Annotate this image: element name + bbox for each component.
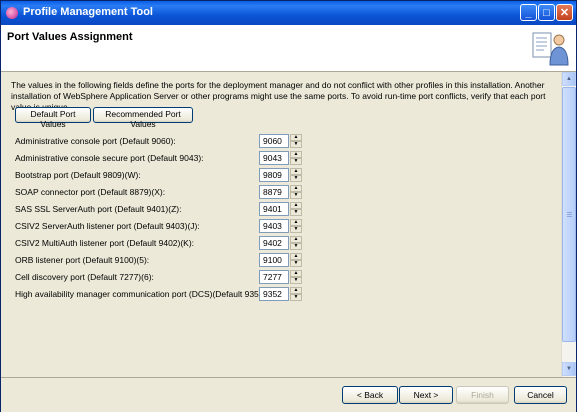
port-label: SOAP connector port (Default 8879)(X): bbox=[15, 187, 166, 197]
increment-icon[interactable]: ▲ bbox=[290, 287, 302, 294]
port-label: Cell discovery port (Default 7277)(6): bbox=[15, 272, 154, 282]
port-label: Bootstrap port (Default 9809)(W): bbox=[15, 170, 141, 180]
increment-icon[interactable]: ▲ bbox=[290, 270, 302, 277]
spinner-buttons: ▲ ▼ bbox=[290, 185, 302, 199]
port-spinner[interactable]: 9100 ▲ ▼ bbox=[259, 253, 303, 267]
grip-line bbox=[567, 214, 572, 215]
grip-line bbox=[567, 212, 572, 213]
port-spinner[interactable]: 9401 ▲ ▼ bbox=[259, 202, 303, 216]
close-icon: ✕ bbox=[559, 7, 570, 19]
decrement-icon[interactable]: ▼ bbox=[290, 209, 302, 216]
minimize-button[interactable]: _ bbox=[520, 4, 537, 21]
scrollbar-thumb[interactable] bbox=[562, 87, 576, 342]
spinner-buttons: ▲ ▼ bbox=[290, 270, 302, 284]
port-label: SAS SSL ServerAuth port (Default 9401)(Z… bbox=[15, 204, 182, 214]
port-spinner[interactable]: 9402 ▲ ▼ bbox=[259, 236, 303, 250]
arrow-down-icon: ▼ bbox=[566, 366, 572, 372]
increment-icon[interactable]: ▲ bbox=[290, 134, 302, 141]
port-value-input[interactable]: 9403 bbox=[259, 219, 289, 233]
app-icon bbox=[6, 7, 18, 19]
profile-management-window: Profile Management Tool _ □ ✕ Port Value… bbox=[0, 0, 577, 412]
decrement-icon[interactable]: ▼ bbox=[290, 260, 302, 267]
scroll-down-button[interactable]: ▼ bbox=[562, 362, 576, 376]
port-value-input[interactable]: 9809 bbox=[259, 168, 289, 182]
decrement-icon[interactable]: ▼ bbox=[290, 294, 302, 301]
wizard-person-icon bbox=[532, 32, 569, 66]
port-spinner[interactable]: 8879 ▲ ▼ bbox=[259, 185, 303, 199]
increment-icon[interactable]: ▲ bbox=[290, 185, 302, 192]
decrement-icon[interactable]: ▼ bbox=[290, 226, 302, 233]
page-title: Port Values Assignment bbox=[7, 31, 133, 43]
port-value-input[interactable]: 9352 bbox=[259, 287, 289, 301]
maximize-icon: □ bbox=[543, 7, 550, 19]
port-label: High availability manager communication … bbox=[15, 289, 280, 299]
back-button[interactable]: < Back bbox=[342, 386, 398, 404]
port-value-input[interactable]: 8879 bbox=[259, 185, 289, 199]
port-spinner[interactable]: 9809 ▲ ▼ bbox=[259, 168, 303, 182]
decrement-icon[interactable]: ▼ bbox=[290, 158, 302, 165]
port-value-input[interactable]: 9402 bbox=[259, 236, 289, 250]
port-spinner[interactable]: 9352 ▲ ▼ bbox=[259, 287, 303, 301]
port-value-input[interactable]: 9043 bbox=[259, 151, 289, 165]
wizard-header: Port Values Assignment bbox=[1, 25, 576, 72]
port-value-input[interactable]: 7277 bbox=[259, 270, 289, 284]
spinner-buttons: ▲ ▼ bbox=[290, 151, 302, 165]
port-value-input[interactable]: 9060 bbox=[259, 134, 289, 148]
decrement-icon[interactable]: ▼ bbox=[290, 192, 302, 199]
content-panel: The values in the following fields defin… bbox=[1, 72, 561, 377]
decrement-icon[interactable]: ▼ bbox=[290, 277, 302, 284]
spinner-buttons: ▲ ▼ bbox=[290, 202, 302, 216]
spinner-buttons: ▲ ▼ bbox=[290, 253, 302, 267]
vertical-scrollbar[interactable]: ▲ ▼ bbox=[561, 72, 576, 377]
increment-icon[interactable]: ▲ bbox=[290, 219, 302, 226]
decrement-icon[interactable]: ▼ bbox=[290, 175, 302, 182]
port-spinner[interactable]: 9060 ▲ ▼ bbox=[259, 134, 303, 148]
close-button[interactable]: ✕ bbox=[556, 4, 573, 21]
port-label: Administrative console port (Default 906… bbox=[15, 136, 176, 146]
increment-icon[interactable]: ▲ bbox=[290, 236, 302, 243]
window-title: Profile Management Tool bbox=[23, 6, 153, 18]
port-value-input[interactable]: 9401 bbox=[259, 202, 289, 216]
spinner-buttons: ▲ ▼ bbox=[290, 219, 302, 233]
port-label: Administrative console secure port (Defa… bbox=[15, 153, 204, 163]
port-spinner[interactable]: 9403 ▲ ▼ bbox=[259, 219, 303, 233]
port-value-input[interactable]: 9100 bbox=[259, 253, 289, 267]
maximize-button[interactable]: □ bbox=[538, 4, 555, 21]
cancel-button[interactable]: Cancel bbox=[514, 386, 567, 404]
spinner-buttons: ▲ ▼ bbox=[290, 287, 302, 301]
next-button[interactable]: Next > bbox=[399, 386, 453, 404]
minimize-icon: _ bbox=[525, 7, 532, 19]
port-spinner[interactable]: 7277 ▲ ▼ bbox=[259, 270, 303, 284]
title-bar[interactable]: Profile Management Tool _ □ ✕ bbox=[1, 1, 576, 25]
decrement-icon[interactable]: ▼ bbox=[290, 141, 302, 148]
spinner-buttons: ▲ ▼ bbox=[290, 236, 302, 250]
port-label: CSIV2 MultiAuth listener port (Default 9… bbox=[15, 238, 195, 248]
increment-icon[interactable]: ▲ bbox=[290, 253, 302, 260]
wizard-footer: < Back Next > Finish Cancel bbox=[1, 377, 576, 412]
recommended-port-values-button[interactable]: Recommended Port Values bbox=[93, 107, 193, 129]
port-label: ORB listener port (Default 9100)(5): bbox=[15, 255, 150, 265]
increment-icon[interactable]: ▲ bbox=[290, 151, 302, 158]
scroll-up-button[interactable]: ▲ bbox=[562, 72, 576, 86]
spinner-buttons: ▲ ▼ bbox=[290, 134, 302, 148]
port-label: CSIV2 ServerAuth listener port (Default … bbox=[15, 221, 200, 231]
decrement-icon[interactable]: ▼ bbox=[290, 243, 302, 250]
grip-line bbox=[567, 216, 572, 217]
default-port-values-button[interactable]: Default Port Values bbox=[15, 107, 91, 129]
arrow-up-icon: ▲ bbox=[566, 76, 572, 82]
spinner-buttons: ▲ ▼ bbox=[290, 168, 302, 182]
port-spinner[interactable]: 9043 ▲ ▼ bbox=[259, 151, 303, 165]
increment-icon[interactable]: ▲ bbox=[290, 168, 302, 175]
finish-button[interactable]: Finish bbox=[456, 386, 509, 404]
increment-icon[interactable]: ▲ bbox=[290, 202, 302, 209]
